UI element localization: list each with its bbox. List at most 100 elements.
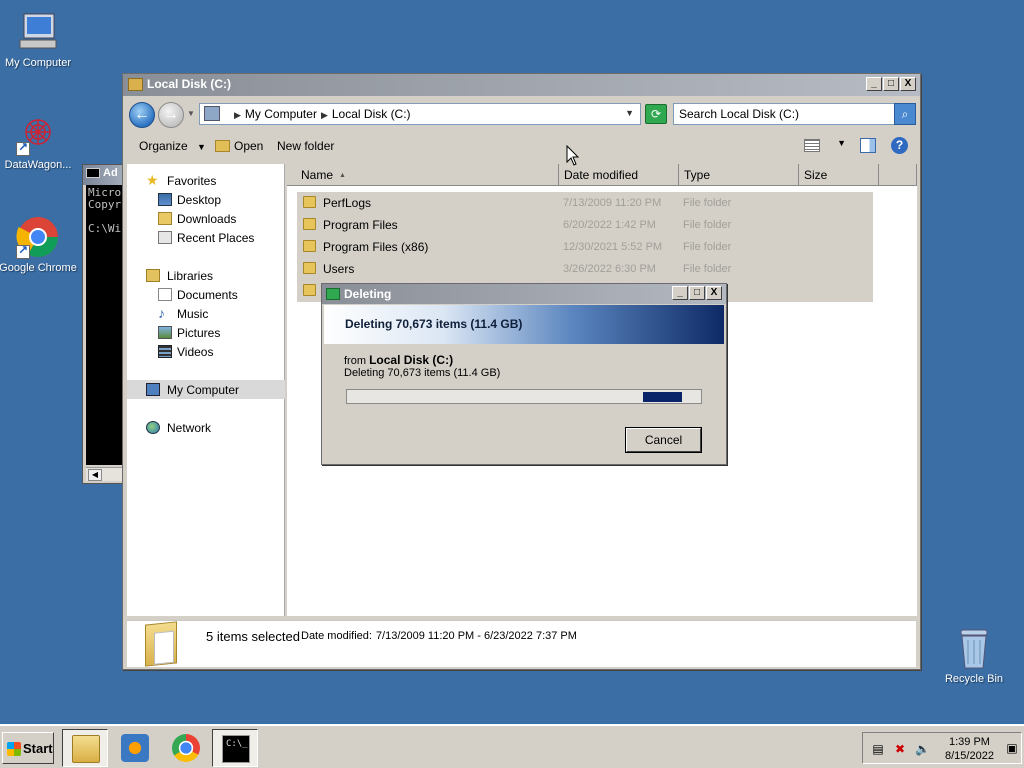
column-header-empty xyxy=(879,164,917,186)
desktop-icon-my-computer[interactable]: My Computer xyxy=(0,10,78,69)
new-folder-button[interactable]: New folder xyxy=(277,139,334,153)
deleting-dialog[interactable]: Deleting _ □ X Deleting 70,673 items (11… xyxy=(321,283,727,465)
explorer-title-bar[interactable]: Local Disk (C:) _ □ X xyxy=(123,74,920,96)
desktop-icon-datawagon[interactable]: DataWagon... xyxy=(0,112,78,171)
network-error-icon[interactable]: ✖ xyxy=(893,742,907,756)
nav-recent-places[interactable]: Recent Places xyxy=(127,228,285,247)
nav-documents[interactable]: Documents xyxy=(127,285,285,304)
view-dropdown-icon[interactable]: ▼ xyxy=(837,138,846,148)
recent-pages-dropdown-icon[interactable]: ▼ xyxy=(187,109,195,118)
refresh-button[interactable]: ⟳ xyxy=(645,104,667,124)
desktop-icon-recycle-bin[interactable]: Recycle Bin xyxy=(934,626,1014,685)
recent-places-icon xyxy=(158,231,172,244)
taskbar-app-chrome[interactable] xyxy=(163,729,209,767)
desktop-icon-google-chrome[interactable]: Google Chrome xyxy=(0,215,78,274)
column-header-size[interactable]: Size xyxy=(799,164,879,186)
folder-icon xyxy=(303,218,316,230)
selection-count: 5 items selected xyxy=(206,629,300,644)
forward-button[interactable]: → xyxy=(158,102,184,128)
search-icon[interactable]: ⌕ xyxy=(894,103,916,125)
close-button[interactable]: X xyxy=(900,77,916,91)
view-details-icon[interactable] xyxy=(804,139,820,152)
clock[interactable]: 1:39 PM 8/15/2022 xyxy=(945,735,994,763)
date-modified-range: Date modified: 7/13/2009 11:20 PM - 6/23/… xyxy=(301,630,577,642)
minimize-button[interactable]: _ xyxy=(866,77,882,91)
table-row[interactable]: PerfLogs 7/13/2009 11:20 PM File folder xyxy=(301,193,871,213)
nav-network[interactable]: Network xyxy=(127,418,285,437)
cancel-button[interactable]: Cancel xyxy=(625,427,702,453)
breadcrumb-separator-icon[interactable]: ▶ xyxy=(234,110,241,120)
preview-pane-icon[interactable] xyxy=(860,138,876,153)
nav-music[interactable]: ♪ Music xyxy=(127,304,285,323)
clock-time: 1:39 PM xyxy=(948,736,990,748)
column-header-type[interactable]: Type xyxy=(679,164,799,186)
start-button[interactable]: Start xyxy=(2,732,54,764)
nav-pictures[interactable]: Pictures xyxy=(127,323,285,342)
documents-icon xyxy=(158,288,172,301)
folder-icon xyxy=(303,240,316,252)
address-row: ← → ▼ ▶ My Computer ▶ Local Disk (C:) ▼ ⟳ S… xyxy=(127,100,916,130)
taskbar-app-explorer[interactable] xyxy=(62,729,108,767)
shortcut-arrow-icon xyxy=(16,243,30,259)
cmd-icon xyxy=(86,168,100,179)
command-bar: Organize ▼ Open New folder ▼ ? xyxy=(127,134,916,160)
back-button[interactable]: ← xyxy=(129,102,155,128)
cmd-window[interactable]: Ad Micro Copyr C:\Wi ◀ xyxy=(82,164,126,484)
help-icon[interactable]: ? xyxy=(891,137,908,154)
taskbar: Start C:\_ ▤ ✖ 🔈 1:39 PM 8/15/2022 ▣ xyxy=(0,724,1024,768)
open-button[interactable]: Open xyxy=(215,139,263,153)
address-dropdown-icon[interactable]: ▼ xyxy=(625,108,634,118)
address-bar[interactable]: ▶ My Computer ▶ Local Disk (C:) ▼ xyxy=(199,103,641,125)
nav-my-computer[interactable]: My Computer xyxy=(127,380,285,399)
computer-icon xyxy=(16,10,60,54)
scroll-left-arrow-icon[interactable]: ◀ xyxy=(88,469,102,481)
nav-favorites[interactable]: ★ Favorites xyxy=(127,171,285,190)
desktop-icon xyxy=(158,193,172,206)
recycle-icon xyxy=(326,288,340,300)
breadcrumb-separator-icon[interactable]: ▶ xyxy=(321,110,328,120)
cmd-console-output: Micro Copyr C:\Wi xyxy=(86,185,125,465)
nav-videos[interactable]: Videos xyxy=(127,342,285,361)
cmd-title: Ad xyxy=(103,167,118,179)
nav-libraries[interactable]: Libraries xyxy=(127,266,285,285)
taskbar-app-media-player[interactable] xyxy=(112,729,158,767)
nav-downloads[interactable]: Downloads xyxy=(127,209,285,228)
music-note-icon: ♪ xyxy=(158,305,165,321)
delete-source: from Local Disk (C:) xyxy=(344,353,454,367)
sort-ascending-icon: ▲ xyxy=(339,172,346,179)
table-row[interactable]: Program Files 6/20/2022 1:42 PM File fol… xyxy=(301,215,871,235)
breadcrumb-my-computer[interactable]: My Computer xyxy=(245,107,317,121)
chrome-icon xyxy=(16,215,60,259)
desktop-icon-label: Google Chrome xyxy=(0,262,77,274)
column-header-name[interactable]: Name ▲ xyxy=(287,164,559,186)
show-desktop-icon[interactable]: ▣ xyxy=(1005,741,1019,755)
column-header-date-modified[interactable]: Date modified xyxy=(559,164,679,186)
action-center-icon[interactable]: ▤ xyxy=(871,742,885,756)
table-row[interactable]: Program Files (x86) 12/30/2021 5:52 PM F… xyxy=(301,237,871,257)
breadcrumb-local-disk[interactable]: Local Disk (C:) xyxy=(332,107,411,121)
volume-icon[interactable]: 🔈 xyxy=(915,742,930,756)
taskbar-app-cmd[interactable]: C:\_ xyxy=(212,729,258,767)
videos-film-icon xyxy=(158,345,172,358)
chrome-icon xyxy=(172,734,200,762)
cmd-horizontal-scrollbar[interactable]: ◀ xyxy=(86,467,125,481)
folder-icon xyxy=(303,284,316,296)
folder-icon xyxy=(303,262,316,274)
minimize-button[interactable]: _ xyxy=(672,286,688,300)
desktop-icon-label: DataWagon... xyxy=(4,159,72,171)
nav-desktop[interactable]: Desktop xyxy=(127,190,285,209)
close-button[interactable]: X xyxy=(706,286,722,300)
table-row[interactable]: Users 3/26/2022 6:30 PM File folder xyxy=(301,259,871,279)
media-player-icon xyxy=(121,734,149,762)
mouse-pointer-icon xyxy=(566,145,580,166)
maximize-button[interactable]: □ xyxy=(689,286,705,300)
search-input[interactable]: Search Local Disk (C:) xyxy=(673,103,895,125)
datawagon-icon xyxy=(16,112,60,156)
libraries-icon xyxy=(146,269,160,282)
maximize-button[interactable]: □ xyxy=(883,77,899,91)
progress-marquee-chunk xyxy=(643,392,682,402)
cmd-title-bar[interactable]: Ad xyxy=(83,165,125,185)
network-globe-icon xyxy=(146,421,160,434)
organize-menu[interactable]: Organize ▼ xyxy=(139,139,206,153)
dialog-title-bar[interactable]: Deleting _ □ X xyxy=(322,284,726,304)
